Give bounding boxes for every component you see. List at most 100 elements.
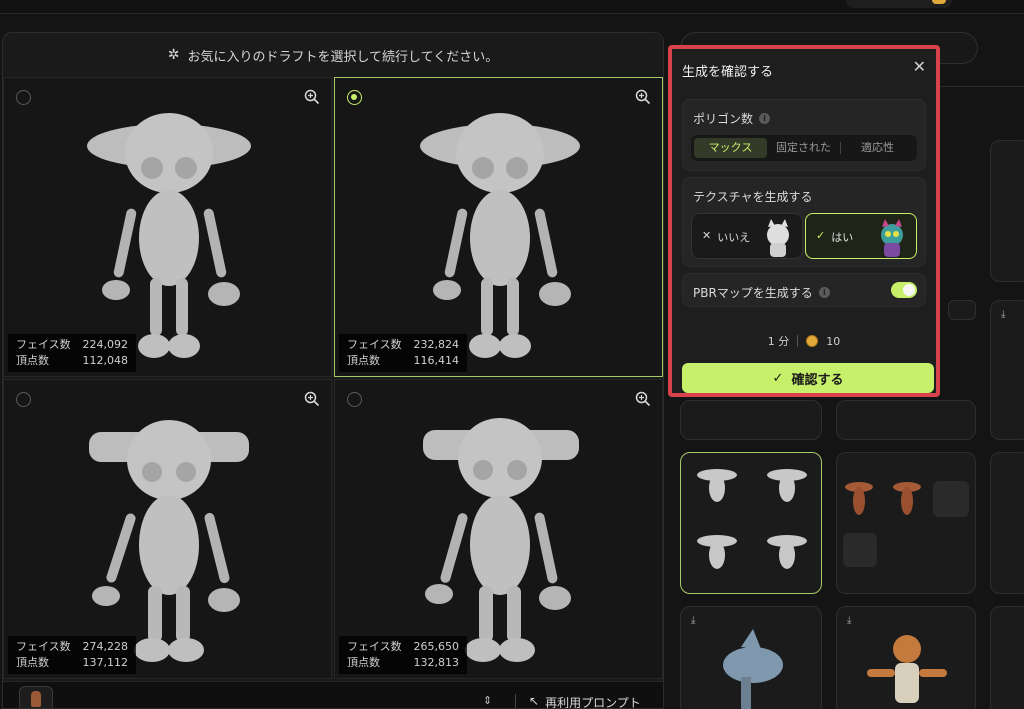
prompt-bar: ⇕ ↖ 再利用プロンプト [3,681,663,709]
check-icon: ✓ [772,370,784,386]
texture-no-option[interactable]: ✕ いいえ [691,213,803,259]
texture-yes-label: はい [831,231,854,244]
reuse-prompt-button[interactable]: ↖ 再利用プロンプト [515,694,641,709]
download-icon[interactable]: ⤓ [1001,309,1005,320]
x-icon: ✕ [702,229,712,242]
pbr-section: PBRマップを生成する i [682,273,926,307]
faces-value: 232,824 [413,338,460,351]
option-fixed[interactable]: 固定された [767,138,840,158]
pbr-label: PBRマップを生成する [693,286,813,300]
vertices-label: 頂点数 [16,656,49,669]
draft-selection-panel: ✲ お気に入りのドラフトを選択して続行してください。 フェイス数 224,092… [2,32,664,709]
radio-button[interactable] [16,392,31,407]
vertices-value: 116,414 [413,354,460,367]
vertices-label: 頂点数 [347,354,380,367]
reuse-prompt-label: 再利用プロンプト [545,696,641,709]
draft-model-image [423,418,579,662]
draft-card[interactable]: フェイス数 224,092 頂点数 112,048 [3,77,332,377]
coin-icon [932,0,946,4]
gallery-card[interactable]: ⤓ [680,606,822,709]
zoom-icon[interactable] [634,88,652,106]
check-icon: ✓ [816,229,826,242]
gallery-card[interactable] [680,400,822,440]
character-thumbnail-image [31,691,41,707]
texture-section: テクスチャを生成する ✕ いいえ ✓ はい [682,177,926,267]
radio-button[interactable] [16,90,31,105]
instruction-text: お気に入りのドラフトを選択して続行してください。 [187,49,499,65]
polygon-count-selector: マックス 固定された 適応性 [691,135,917,161]
mesh-stats: フェイス数 232,824 頂点数 116,414 [339,334,467,372]
divider [515,694,516,708]
dialog-title: 生成を確認する [682,65,774,80]
draft-model-image [89,420,249,662]
faces-label: フェイス数 [347,640,402,653]
pbr-toggle[interactable] [891,282,917,298]
arrow-up-left-icon: ↖ [529,694,540,708]
untextured-preview-image [767,219,789,257]
gallery-card[interactable] [990,452,1024,594]
credits-chip[interactable] [846,0,952,8]
vertices-label: 頂点数 [16,354,49,367]
close-icon[interactable]: ✕ [913,57,926,76]
vertices-value: 112,048 [82,354,129,367]
draft-thumbnails [697,469,807,569]
textured-preview-image [881,219,903,257]
draft-grid: フェイス数 224,092 頂点数 112,048 フェイス数 232,824 … [3,77,663,681]
zoom-icon[interactable] [303,390,321,408]
texture-yes-option-label: ✓ はい [816,229,853,245]
shark-model-image [723,629,783,709]
info-icon[interactable]: i [759,113,771,124]
mesh-stats: フェイス数 265,650 頂点数 132,813 [339,636,467,674]
faces-label: フェイス数 [16,338,71,351]
texture-label: テクスチャを生成する [693,190,813,204]
confirm-generation-dialog: 生成を確認する ✕ ポリゴン数 i マックス 固定された 適応性 テクスチャを生… [668,45,940,397]
option-adaptive[interactable]: 適応性 [841,138,914,158]
gallery-card-selected[interactable] [680,452,822,594]
confirm-button[interactable]: ✓ 確認する [682,363,934,393]
gallery-card[interactable] [990,140,1024,282]
vertices-value: 132,813 [413,656,460,669]
time-estimate: 1 分 [767,335,790,348]
texture-no-option-label: ✕ いいえ [702,229,750,245]
cost-summary: 1 分 10 [672,333,936,349]
radio-button[interactable] [347,90,362,105]
credit-cost: 10 [826,334,841,348]
gallery-card[interactable] [948,300,976,320]
info-icon[interactable]: i [818,287,830,298]
polygon-count-section: ポリゴン数 i マックス 固定された 適応性 [682,99,926,171]
gallery-card[interactable]: ⤓ [990,300,1024,440]
top-bar [0,0,1024,14]
vertices-label: 頂点数 [347,656,380,669]
faces-value: 274,228 [82,640,129,653]
texture-yes-option[interactable]: ✓ はい [805,213,917,259]
mesh-stats: フェイス数 274,228 頂点数 137,112 [8,636,136,674]
mesh-stats: フェイス数 224,092 頂点数 112,048 [8,334,136,372]
faces-label: フェイス数 [16,640,71,653]
pbr-heading: PBRマップを生成する i [693,284,830,301]
divider [797,335,799,347]
faces-value: 224,092 [82,338,129,351]
zoom-icon[interactable] [303,88,321,106]
draft-model-image [420,113,580,358]
option-max[interactable]: マックス [694,138,767,158]
zoom-icon[interactable] [634,390,652,408]
draft-header: ✲ お気に入りのドラフトを選択して続行してください。 [3,33,663,77]
radio-button[interactable] [347,392,362,407]
sparkle-icon: ✲ [167,47,180,63]
texture-no-label: いいえ [717,231,751,244]
gallery-card[interactable] [836,452,976,594]
vertices-value: 137,112 [82,656,129,669]
gallery-card[interactable] [836,400,976,440]
faces-label: フェイス数 [347,338,402,351]
prompt-thumbnail[interactable] [19,686,53,708]
gallery-card[interactable]: ⤓ [836,606,976,709]
polygon-count-heading: ポリゴン数 i [693,110,771,127]
draft-card-selected[interactable]: フェイス数 232,824 頂点数 116,414 [334,77,663,377]
coin-icon [806,335,819,347]
expand-collapse-icon[interactable]: ⇕ [483,694,492,707]
draft-card[interactable]: フェイス数 274,228 頂点数 137,112 [3,379,332,679]
draft-card[interactable]: フェイス数 265,650 頂点数 132,813 [334,379,663,679]
textured-thumbnails [843,481,969,567]
gallery-card[interactable] [990,606,1024,709]
cat-model-image [867,635,947,703]
